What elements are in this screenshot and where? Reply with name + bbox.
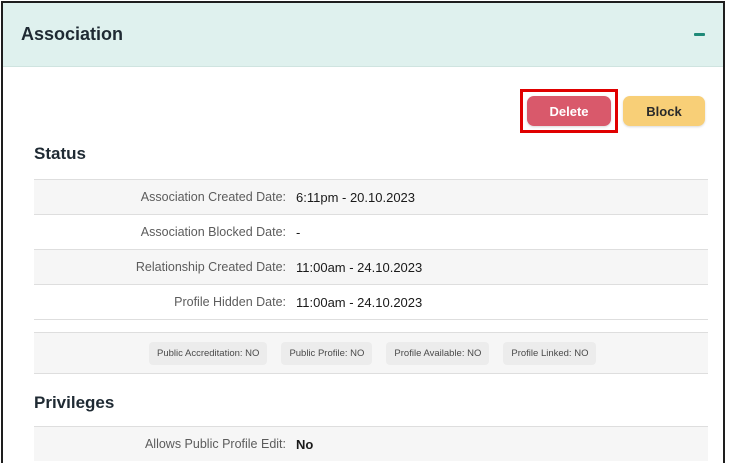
row-label: Allows Public Profile Edit:	[144, 437, 286, 451]
panel-header[interactable]: Association	[3, 3, 723, 67]
flag-chip: Profile Available: NO	[386, 341, 490, 365]
panel-title: Association	[21, 24, 124, 44]
row-label: Profile Hidden Date:	[174, 295, 286, 309]
row-label: Association Blocked Date:	[140, 225, 286, 239]
flag-chip: Profile Linked: NO	[503, 341, 597, 365]
status-row-blocked: Association Blocked Date: -	[34, 214, 708, 249]
status-row-hidden: Profile Hidden Date: 11:00am - 24.10.202…	[34, 284, 708, 319]
minus-icon[interactable]	[687, 23, 711, 47]
status-rows: Association Created Date: 6:11pm - 20.10…	[34, 179, 708, 374]
row-label: Relationship Created Date:	[135, 260, 286, 274]
privileges-rows: Allows Public Profile Edit: No	[34, 426, 708, 461]
status-row-relationship: Relationship Created Date: 11:00am - 24.…	[34, 249, 708, 284]
flag-chip: Public Accreditation: NO	[149, 341, 268, 365]
block-button[interactable]: Block	[623, 96, 705, 126]
delete-button[interactable]: Delete	[527, 96, 611, 126]
privileges-section-title: Privileges	[34, 393, 115, 412]
row-value: -	[296, 224, 301, 240]
status-section-title: Status	[34, 144, 86, 163]
status-flags: Public Accreditation: NO Public Profile:…	[34, 332, 708, 374]
status-row-created: Association Created Date: 6:11pm - 20.10…	[34, 179, 708, 214]
action-buttons: Delete Block	[520, 89, 705, 133]
row-value: 11:00am - 24.10.2023	[296, 259, 423, 275]
highlight-box: Delete	[520, 89, 618, 133]
privilege-row-profile-edit: Allows Public Profile Edit: No	[34, 426, 708, 461]
association-panel: Association Delete Block Status Associat…	[1, 1, 725, 463]
row-value: 11:00am - 24.10.2023	[296, 294, 423, 310]
row-value: 6:11pm - 20.10.2023	[296, 189, 416, 205]
flag-chip: Public Profile: NO	[281, 341, 373, 365]
row-label: Association Created Date:	[140, 190, 286, 204]
row-value: No	[296, 436, 314, 452]
spacer-row	[34, 319, 708, 332]
